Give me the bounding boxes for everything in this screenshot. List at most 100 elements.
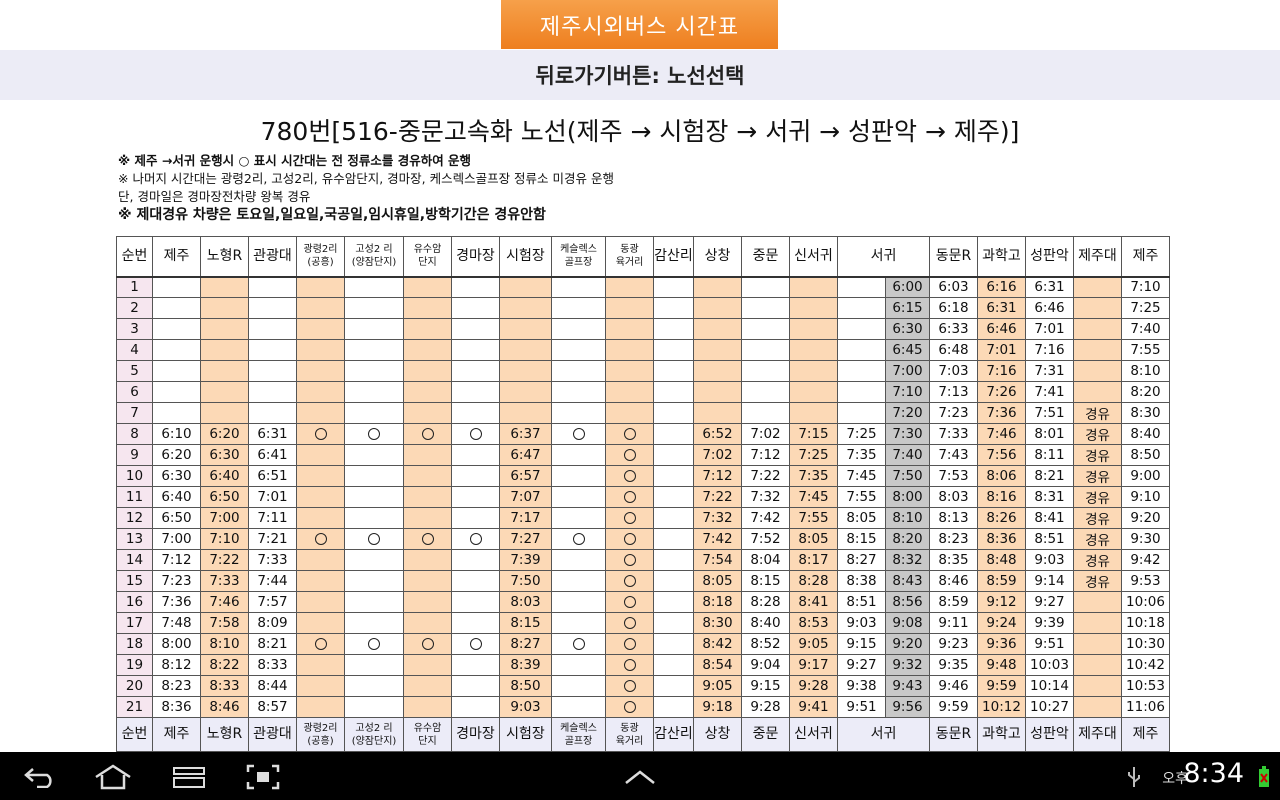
time-cell: 6:31: [248, 423, 297, 445]
stop-circle-icon: [451, 528, 500, 550]
time-cell: 8:54: [693, 654, 742, 676]
time-cell: 8:15: [499, 612, 552, 634]
time-cell: 8:59: [929, 591, 978, 613]
time-cell: [551, 339, 606, 361]
note-1: ※ 제주 →서귀 운행시 ○ 표시 시간대는 전 정류소를 경유하여 운행: [118, 153, 472, 168]
column-footer: 관광대: [248, 717, 297, 752]
time-cell: [837, 402, 886, 424]
time-cell: 10:30: [1121, 633, 1170, 655]
time-cell: 9:51: [1025, 633, 1074, 655]
time-cell: 6:30: [885, 318, 930, 340]
screenshot-button[interactable]: [245, 762, 281, 792]
time-cell: [837, 360, 886, 382]
column-header: 신서귀: [789, 236, 838, 277]
row-number: 20: [116, 675, 153, 697]
column-header: 순번: [116, 236, 153, 277]
time-cell: 7:57: [248, 591, 297, 613]
time-cell: 9:56: [885, 696, 930, 718]
time-cell: [403, 549, 452, 571]
time-cell: [499, 381, 552, 403]
time-cell: 9:00: [1121, 465, 1170, 487]
menu-up-button[interactable]: [622, 762, 658, 792]
table-row: 3 6:30 6:33 6:46 7:01 7:40: [116, 318, 1170, 340]
column-header: 과학고: [977, 236, 1026, 277]
time-cell: [551, 675, 606, 697]
time-cell: [605, 275, 654, 298]
time-cell: [344, 549, 404, 571]
table-row: 13 7:00 7:10 7:21 7:27 7:42 7:52 8:05 8:15 8:20 8:…: [116, 528, 1170, 550]
time-cell: 9:10: [1121, 486, 1170, 508]
time-cell: 9:42: [1121, 549, 1170, 571]
time-cell: 9:14: [1025, 570, 1074, 592]
circle-icon: [572, 638, 585, 650]
time-cell: 8:32: [885, 549, 930, 571]
time-cell: 6:16: [977, 275, 1026, 298]
time-cell: 10:12: [977, 696, 1026, 718]
recent-apps-button[interactable]: [170, 762, 210, 792]
back-nav-button[interactable]: [20, 762, 60, 792]
time-cell: [296, 297, 345, 319]
row-number: 9: [116, 444, 153, 466]
stop-circle-icon: [605, 465, 654, 487]
time-cell: [403, 465, 452, 487]
note-4: ※ 제대경유 차량은 토요일,일요일,국공일,임시휴일,방학기간은 경유안함: [118, 207, 546, 223]
back-button[interactable]: 뒤로가기버튼: 노선선택: [0, 50, 1280, 100]
time-cell: [1073, 360, 1122, 382]
stop-circle-icon: [605, 570, 654, 592]
time-cell: 8:30: [693, 612, 742, 634]
time-cell: 7:10: [200, 528, 249, 550]
time-cell: [152, 381, 201, 403]
time-cell: 9:48: [977, 654, 1026, 676]
time-cell: [296, 381, 345, 403]
time-cell: 8:23: [152, 675, 201, 697]
column-header: 감산리: [653, 236, 694, 277]
time-cell: [653, 654, 694, 676]
time-cell: [451, 465, 500, 487]
time-cell: 7:13: [929, 381, 978, 403]
time-cell: 7:23: [152, 570, 201, 592]
time-cell: [741, 339, 790, 361]
stop-circle-icon: [605, 507, 654, 529]
time-cell: 9:20: [1121, 507, 1170, 529]
time-cell: 8:40: [741, 612, 790, 634]
circle-icon: [469, 638, 482, 650]
table-row: 1 6:00 6:03 6:16 6:31 7:10: [116, 275, 1170, 298]
time-cell: 9:17: [789, 654, 838, 676]
time-cell: 7:20: [885, 402, 930, 424]
page-title: 제주시외버스 시간표: [501, 0, 778, 49]
time-cell: [653, 381, 694, 403]
time-cell: [741, 360, 790, 382]
time-cell: [837, 275, 886, 298]
time-cell: 7:33: [248, 549, 297, 571]
time-cell: [200, 381, 249, 403]
time-cell: [296, 570, 345, 592]
time-cell: 8:00: [152, 633, 201, 655]
home-icon: [95, 764, 131, 790]
time-cell: 9:35: [929, 654, 978, 676]
row-number: 5: [116, 360, 153, 382]
time-cell: [653, 444, 694, 466]
column-header: 성판악: [1025, 236, 1074, 277]
time-cell: [551, 465, 606, 487]
time-cell: 6:20: [152, 444, 201, 466]
circle-icon: [572, 428, 585, 440]
row-number: 6: [116, 381, 153, 403]
time-cell: 8:33: [248, 654, 297, 676]
time-cell: 8:10: [200, 633, 249, 655]
table-row: 11 6:40 6:50 7:01 7:07 7:22 7:32 7:45 7:55 8:00 8:…: [116, 486, 1170, 508]
home-nav-button[interactable]: [92, 762, 134, 792]
time-cell: 7:16: [977, 360, 1026, 382]
time-cell: 6:10: [152, 423, 201, 445]
time-cell: [551, 654, 606, 676]
time-cell: [551, 549, 606, 571]
column-header: 상창: [693, 236, 742, 277]
stop-circle-icon: [605, 591, 654, 613]
table-row: 15 7:23 7:33 7:44 7:50 8:05 8:15 8:28 8:38 8:43 8:…: [116, 570, 1170, 592]
time-cell: [296, 360, 345, 382]
circle-icon: [314, 638, 327, 650]
time-cell: 6:57: [499, 465, 552, 487]
time-cell: [693, 297, 742, 319]
row-number: 10: [116, 465, 153, 487]
circle-icon: [623, 617, 636, 629]
back-arrow-icon: [24, 768, 52, 788]
